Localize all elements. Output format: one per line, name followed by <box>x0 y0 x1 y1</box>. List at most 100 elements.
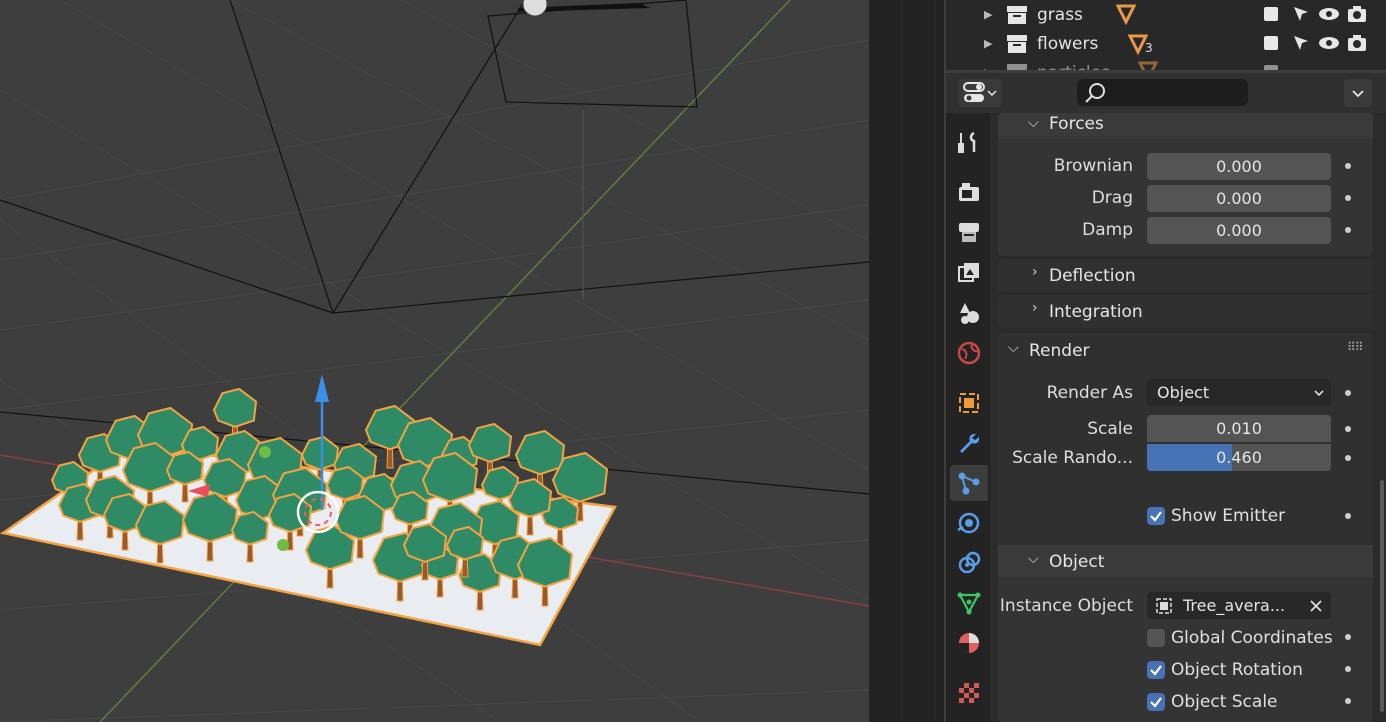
expand-arrow-icon[interactable]: ▶ <box>984 66 992 70</box>
editor-type-button[interactable] <box>958 79 1002 107</box>
tab-material[interactable] <box>950 625 988 661</box>
camera-icon[interactable] <box>1346 32 1368 54</box>
brownian-field[interactable]: 0.000 <box>1147 153 1331 180</box>
camera-icon[interactable] <box>1346 3 1368 25</box>
chevron-down-icon[interactable]: ⌵ <box>1028 551 1039 567</box>
tab-modifiers[interactable] <box>950 425 988 461</box>
damp-label: Damp <box>1082 220 1133 240</box>
drag-handle-icon[interactable]: ⠿⠿ <box>1347 340 1364 354</box>
chevron-right-icon[interactable]: › <box>1032 264 1038 280</box>
exclude-checkbox[interactable] <box>1264 7 1278 21</box>
physics-icon <box>957 512 980 534</box>
instance-object-field[interactable]: Tree_avera... <box>1147 592 1331 619</box>
outliner[interactable]: ▶ grass ▶ flowers 3 ▶ particles <box>946 0 1386 70</box>
forces-panel: ⌵ Forces Brownian 0.000 Drag 0.000 Damp … <box>998 113 1373 256</box>
tab-constraints[interactable] <box>950 545 988 581</box>
keyframe-dot[interactable] <box>1345 513 1351 519</box>
chevron-down-icon[interactable]: ⌵ <box>1008 340 1019 356</box>
tab-particles[interactable] <box>950 465 988 501</box>
object-scale-label[interactable]: Object Scale <box>1171 692 1278 712</box>
deflection-panel[interactable]: › Deflection <box>998 259 1373 292</box>
tab-scene[interactable] <box>950 295 988 331</box>
particles-icon <box>958 472 980 495</box>
object-rotation-label[interactable]: Object Rotation <box>1171 660 1303 680</box>
tab-texture[interactable] <box>950 675 988 711</box>
output-icon <box>959 223 979 242</box>
exclude-checkbox[interactable] <box>1264 65 1278 70</box>
properties-header <box>946 73 1386 113</box>
3d-viewport[interactable] <box>0 0 869 722</box>
viewport-scene <box>0 0 869 722</box>
drag-field[interactable]: 0.000 <box>1147 185 1331 212</box>
keyframe-dot[interactable] <box>1345 163 1351 169</box>
keyframe-dot[interactable] <box>1345 666 1351 672</box>
expand-arrow-icon[interactable]: ▶ <box>984 37 992 50</box>
view-layer-icon <box>958 263 979 282</box>
keyframe-dot[interactable] <box>1345 227 1351 233</box>
tab-data[interactable] <box>950 585 988 621</box>
world-icon <box>957 341 981 365</box>
search-icon <box>1085 83 1105 103</box>
object-scale-checkbox[interactable] <box>1147 693 1165 711</box>
options-dropdown[interactable] <box>1344 79 1372 107</box>
eye-icon[interactable] <box>1318 32 1340 54</box>
keyframe-dot[interactable] <box>1345 698 1351 704</box>
keyframe-dot[interactable] <box>1345 195 1351 201</box>
tab-view-layer[interactable] <box>950 255 988 291</box>
keyframe-dot[interactable] <box>1345 455 1351 461</box>
damp-field[interactable]: 0.000 <box>1147 217 1331 244</box>
tab-physics[interactable] <box>950 505 988 541</box>
collection-icon <box>1007 5 1027 24</box>
keyframe-dot[interactable] <box>1345 426 1351 432</box>
show-emitter-checkbox[interactable] <box>1147 507 1165 525</box>
eye-icon[interactable] <box>1318 3 1340 25</box>
select-arrow-icon[interactable] <box>1290 32 1312 54</box>
particle-system-icon <box>1116 4 1136 25</box>
area-divider <box>869 0 944 722</box>
tab-render[interactable] <box>950 175 988 211</box>
select-arrow-icon[interactable] <box>1290 3 1312 25</box>
clear-x-icon[interactable] <box>1309 599 1323 613</box>
object-rotation-checkbox[interactable] <box>1147 661 1165 679</box>
chevron-down-icon <box>1352 90 1364 98</box>
instance-object-label: Instance Object <box>999 596 1133 616</box>
global-coordinates-label[interactable]: Global Coordinates <box>1171 628 1333 648</box>
render-as-label: Render As <box>1046 383 1133 403</box>
show-emitter-label[interactable]: Show Emitter <box>1171 506 1285 526</box>
chevron-right-icon[interactable]: › <box>1032 300 1038 316</box>
outliner-item-label: grass <box>1037 4 1083 25</box>
scale-random-slider[interactable]: 0.460 <box>1147 444 1331 471</box>
search-input[interactable] <box>1077 79 1248 106</box>
tab-output[interactable] <box>950 215 988 251</box>
keyframe-dot[interactable] <box>1345 634 1351 640</box>
outliner-item-particles[interactable]: ▶ particles <box>946 58 1386 70</box>
properties-panel[interactable]: ⌵ Forces Brownian 0.000 Drag 0.000 Damp … <box>990 113 1386 722</box>
tree-canopy <box>212 387 258 428</box>
scale-field[interactable]: 0.010 <box>1147 415 1331 442</box>
global-coordinates-checkbox[interactable] <box>1147 629 1165 647</box>
render-icon <box>959 183 979 201</box>
render-as-dropdown[interactable]: Object <box>1147 379 1331 406</box>
properties-scrollbar[interactable] <box>1380 480 1384 712</box>
tree-canopy <box>467 422 513 463</box>
outliner-item-grass[interactable]: ▶ grass <box>946 0 1386 29</box>
constraints-icon <box>958 551 981 574</box>
tab-tool[interactable] <box>950 125 988 161</box>
scale-random-value: 0.460 <box>1216 448 1262 467</box>
integration-panel[interactable]: › Integration <box>998 295 1373 328</box>
exclude-checkbox[interactable] <box>1264 36 1278 50</box>
scene-icon <box>960 303 979 324</box>
keyframe-dot[interactable] <box>1345 390 1351 396</box>
wrench-icon <box>960 433 980 453</box>
tab-world[interactable] <box>950 335 988 371</box>
object-panel: ⌵ Object Instance Object Tree_avera... G… <box>998 545 1373 722</box>
outliner-item-flowers[interactable]: ▶ flowers 3 <box>946 29 1386 58</box>
chevron-down-icon[interactable]: ⌵ <box>1028 115 1039 131</box>
tree-canopy <box>514 429 566 476</box>
expand-arrow-icon[interactable]: ▶ <box>984 8 992 21</box>
instance-object-value: Tree_avera... <box>1183 596 1286 615</box>
properties-tabs <box>946 113 990 722</box>
scale-random-label: Scale Rando... <box>1012 448 1133 468</box>
tab-object[interactable] <box>950 385 988 421</box>
scale-label: Scale <box>1087 419 1133 439</box>
